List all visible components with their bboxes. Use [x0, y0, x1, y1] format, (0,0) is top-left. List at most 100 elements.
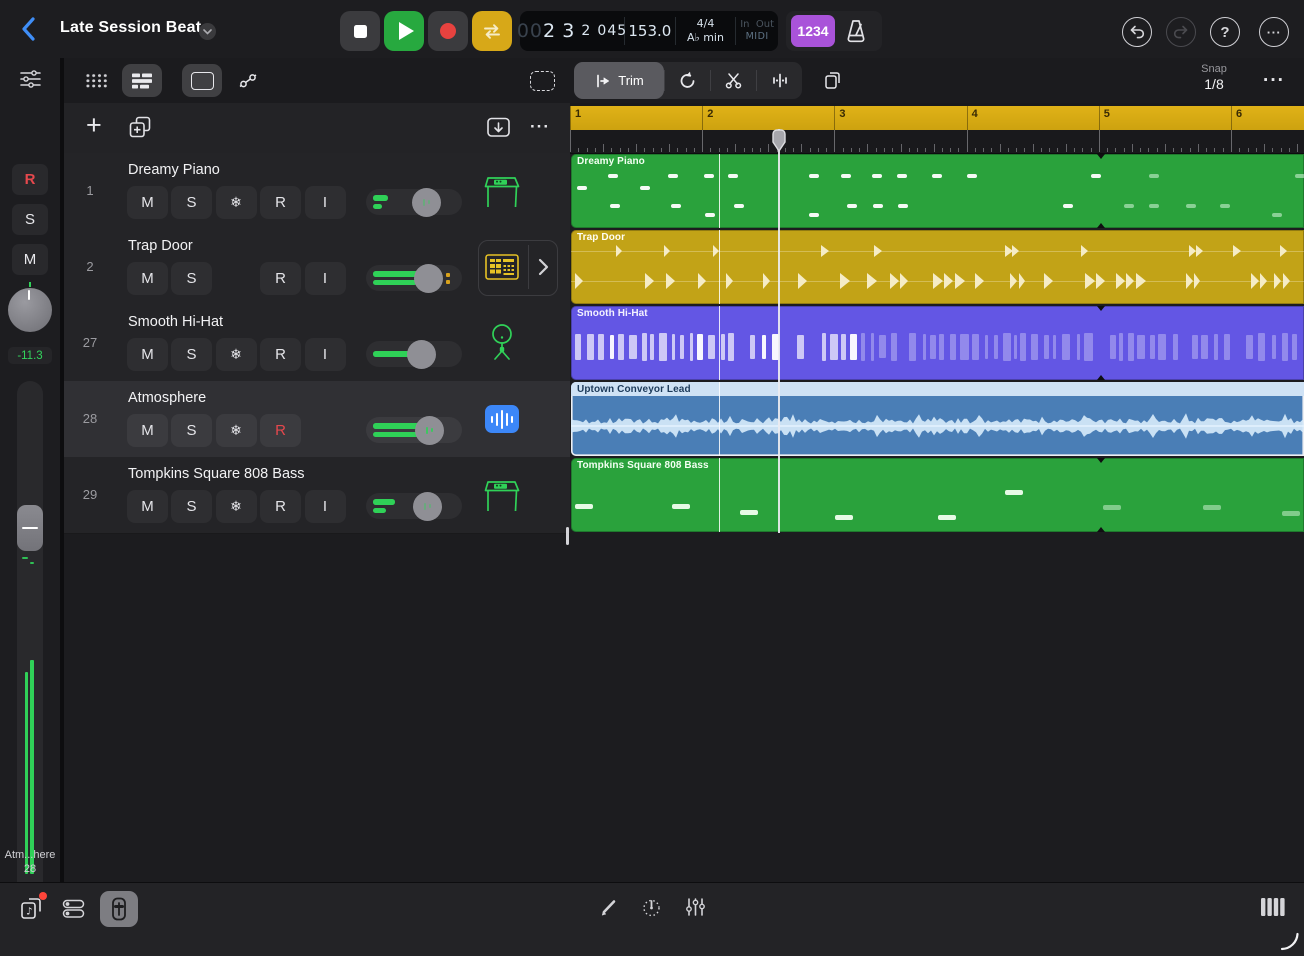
tuner-button[interactable] — [641, 897, 662, 923]
region-tompkins-square-808-bass[interactable]: Tompkins Square 808 Bass — [571, 458, 1304, 532]
piano-instrument-icon[interactable] — [482, 469, 522, 521]
input-monitor-button[interactable]: I — [305, 186, 346, 219]
input-monitor-button[interactable]: I — [305, 490, 346, 523]
track-name[interactable]: Dreamy Piano — [128, 162, 220, 178]
region-smooth-hi-hat[interactable]: Smooth Hi-Hat — [571, 306, 1304, 380]
mixer-button[interactable] — [685, 897, 706, 922]
project-menu-button[interactable] — [199, 23, 216, 40]
project-title[interactable]: Late Session Beat — [60, 19, 201, 37]
snap-control[interactable]: Snap 1/8 — [1188, 63, 1240, 92]
mute-button[interactable]: M — [127, 338, 168, 371]
cycle-range-bar[interactable]: 123456 — [570, 106, 1304, 130]
slider-thumb[interactable] — [415, 416, 444, 445]
track-name[interactable]: Tompkins Square 808 Bass — [128, 466, 305, 482]
view-tracks-button[interactable] — [122, 64, 162, 97]
playhead[interactable] — [771, 129, 787, 158]
import-button[interactable] — [486, 116, 511, 144]
count-in-button[interactable]: 1234 — [791, 15, 835, 47]
pan-knob[interactable] — [8, 288, 52, 332]
volume-slider[interactable] — [366, 189, 462, 215]
region-dreamy-piano[interactable]: Dreamy Piano — [571, 154, 1304, 228]
redo-button[interactable] — [1166, 17, 1196, 47]
add-track-button[interactable]: + — [86, 110, 102, 141]
split-tool-button[interactable] — [711, 62, 756, 99]
slider-thumb[interactable] — [414, 264, 443, 293]
scrollbar-thumb[interactable] — [566, 527, 569, 545]
record-enable-button[interactable]: R — [260, 262, 301, 295]
track-header-smooth-hi-hat[interactable]: 27Smooth Hi-HatMS❄RI — [64, 305, 570, 382]
automation-button[interactable] — [228, 64, 268, 97]
track-header-tompkins-square-808-bass[interactable]: 29Tompkins Square 808 BassMS❄RI — [64, 457, 570, 534]
freeze-button[interactable]: ❄ — [216, 490, 257, 523]
slider-thumb[interactable] — [413, 492, 442, 521]
volume-slider[interactable] — [366, 493, 462, 519]
marquee-tool-button[interactable] — [182, 64, 222, 97]
region-uptown-conveyor-lead[interactable]: Uptown Conveyor Lead — [571, 382, 1304, 456]
solo-button[interactable]: S — [171, 414, 212, 447]
undo-button[interactable] — [1122, 17, 1152, 47]
record-enable-button[interactable]: R — [260, 490, 301, 523]
volume-slider[interactable] — [366, 341, 462, 367]
view-grid-button[interactable] — [76, 64, 116, 97]
metronome-button[interactable] — [842, 18, 872, 45]
track-header-atmosphere[interactable]: 28AtmosphereMS❄R — [64, 381, 570, 458]
mute-button[interactable]: M — [127, 414, 168, 447]
lcd-display[interactable]: 002 3 2 045 153.0 4/4 A♭ min In Out MIDI — [520, 11, 778, 51]
freeze-button[interactable]: ❄ — [216, 414, 257, 447]
drum-machine-instrument-icon[interactable] — [482, 241, 522, 293]
more-options-button[interactable]: ··· — [1259, 17, 1289, 47]
loop-tool-button[interactable] — [665, 62, 710, 99]
mute-button[interactable]: M — [127, 490, 168, 523]
trim-tool-button[interactable]: Trim — [574, 62, 664, 99]
solo-button[interactable]: S — [171, 262, 212, 295]
fader-handle[interactable] — [17, 505, 43, 551]
track-list-more-button[interactable]: ··· — [520, 111, 560, 143]
browser-button[interactable]: ♪ — [18, 895, 46, 926]
volume-slider[interactable] — [366, 417, 462, 443]
volume-fader[interactable] — [17, 381, 43, 905]
pencil-tool-button[interactable] — [598, 897, 619, 923]
record-enable-button[interactable]: R — [260, 414, 301, 447]
editor-button[interactable] — [100, 891, 138, 927]
timeline-ruler[interactable]: 123456 — [570, 103, 1304, 154]
track-name[interactable]: Trap Door — [128, 238, 193, 254]
input-monitor-button[interactable]: I — [305, 338, 346, 371]
mute-button[interactable]: M — [127, 186, 168, 219]
hihat-instrument-icon[interactable] — [482, 317, 522, 369]
paste-button[interactable] — [812, 64, 852, 97]
input-monitor-button[interactable]: I — [305, 262, 346, 295]
freeze-button[interactable]: ❄ — [216, 186, 257, 219]
piano-instrument-icon[interactable] — [482, 165, 522, 217]
solo-button[interactable]: S — [12, 204, 48, 235]
region-trap-door[interactable]: Trap Door — [571, 230, 1304, 304]
cycle-button[interactable] — [472, 11, 512, 51]
record-enable-button[interactable]: R — [260, 338, 301, 371]
mixer-settings-button[interactable] — [19, 68, 42, 95]
freeze-button[interactable]: ❄ — [216, 338, 257, 371]
slider-thumb[interactable] — [412, 188, 441, 217]
solo-button[interactable]: S — [171, 490, 212, 523]
play-button[interactable] — [384, 11, 424, 51]
track-name[interactable]: Atmosphere — [128, 390, 206, 406]
back-button[interactable] — [16, 14, 44, 44]
select-tool-button[interactable] — [522, 64, 562, 97]
audio-instrument-icon[interactable] — [482, 393, 522, 445]
volume-slider[interactable] — [366, 265, 462, 291]
help-button[interactable]: ? — [1210, 17, 1240, 47]
slider-thumb[interactable] — [407, 340, 436, 369]
track-header-trap-door[interactable]: 2Trap DoorMSRI — [64, 229, 570, 306]
tracks-panel-button[interactable] — [62, 899, 85, 924]
toolbar-more-button[interactable]: ··· — [1254, 66, 1294, 96]
gain-tool-button[interactable] — [757, 62, 802, 99]
playhead-line[interactable] — [778, 129, 780, 533]
track-name[interactable]: Smooth Hi-Hat — [128, 314, 223, 330]
keyboard-button[interactable] — [1260, 897, 1286, 922]
mute-button[interactable]: M — [12, 244, 48, 275]
stop-button[interactable] — [340, 11, 380, 51]
duplicate-track-button[interactable] — [128, 115, 152, 144]
solo-button[interactable]: S — [171, 338, 212, 371]
record-button[interactable] — [428, 11, 468, 51]
solo-button[interactable]: S — [171, 186, 212, 219]
track-header-dreamy-piano[interactable]: 1Dreamy PianoMS❄RI — [64, 153, 570, 230]
expand-track-stack-button[interactable] — [530, 253, 556, 281]
